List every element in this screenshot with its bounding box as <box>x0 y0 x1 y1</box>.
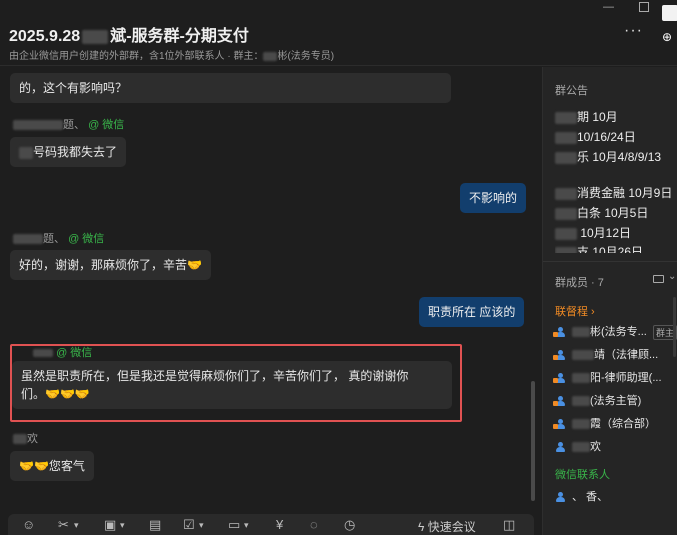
members-title[interactable]: 群成员 · 7 <box>555 274 604 290</box>
maximize-icon[interactable] <box>639 2 649 12</box>
notice-line: 乐 10月4/8/9/13 <box>555 148 661 165</box>
scissors-icon[interactable]: ✂ <box>58 518 69 532</box>
chevron-down-icon[interactable]: ▾ <box>199 518 204 532</box>
group-subtitle: 由企业微信用户创建的外部群，含1位外部联系人 · 群主： 彬(法务专员) <box>9 51 335 62</box>
message-bubble[interactable]: 🤝🤝您客气 <box>10 451 94 481</box>
document-icon[interactable]: ▤ <box>149 518 161 532</box>
user-icon <box>553 349 566 361</box>
chevron-down-icon[interactable]: ⌄ <box>668 271 676 282</box>
redacted-name <box>572 419 590 430</box>
message-sender: 题、 @ 微信 <box>13 230 104 246</box>
member-item[interactable]: 霞（综合部） <box>553 415 656 433</box>
more-menu-icon[interactable]: ··· <box>624 22 643 40</box>
user-icon <box>553 395 566 407</box>
redacted-text <box>555 151 577 164</box>
redacted-text <box>555 131 577 144</box>
chat-scrollbar[interactable] <box>531 381 535 501</box>
redacted-sender <box>13 234 43 245</box>
yuan-icon[interactable]: ¥ <box>276 518 283 532</box>
redacted-text <box>555 207 577 220</box>
notice-line: 10月12日 <box>555 224 631 241</box>
user-icon <box>555 491 566 503</box>
group-info-panel: 群公告 期 10月 10/16/24日 乐 10月4/8/9/13 消费金融 1… <box>542 67 677 535</box>
notice-line: 期 10月 <box>555 108 618 125</box>
clock-icon[interactable]: ◷ <box>344 518 355 532</box>
chevron-down-icon[interactable]: ▾ <box>74 518 79 532</box>
chevron-down-icon[interactable]: ▾ <box>244 518 249 532</box>
calendar-check-icon[interactable]: ☑ <box>183 518 195 532</box>
member-item[interactable]: 彬(法务专... <box>553 323 647 341</box>
message-bubble[interactable]: 号码我都失去了 <box>10 137 127 167</box>
member-item[interactable]: 阳-律师助理(... <box>553 369 662 387</box>
image-icon[interactable]: ▣ <box>104 518 116 532</box>
wechat-contact-item[interactable]: 、 香、 <box>555 488 608 506</box>
notice-title[interactable]: 群公告 <box>555 82 588 98</box>
wechat-contacts-title: 微信联系人 <box>555 469 610 481</box>
emoji-icon[interactable]: ☺ <box>22 518 35 532</box>
message-sender: 题、 @ 微信 <box>13 116 124 132</box>
user-icon <box>555 441 566 453</box>
redacted-owner <box>263 51 278 61</box>
message-bubble-outgoing[interactable]: 职责所在 应该的 <box>419 297 525 327</box>
panel-scrollbar[interactable] <box>673 297 676 357</box>
redacted-sender <box>13 120 63 131</box>
message-bubble[interactable]: 好的，谢谢，那麻烦你了，辛苦🤝 <box>10 250 211 280</box>
lightning-icon: ϟ <box>418 520 428 534</box>
redacted-sender <box>13 434 27 445</box>
highlight-box <box>10 344 462 422</box>
redacted-text <box>555 246 577 253</box>
user-icon <box>553 418 566 430</box>
redacted-text <box>555 111 577 124</box>
notice-line: 白条 10月5日 <box>555 204 648 221</box>
minimize-icon[interactable]: — <box>603 2 614 13</box>
liaison-label[interactable]: 联督程 › <box>555 303 595 319</box>
chat-header: 2025.9.28 斌-服务群-分期支付 由企业微信用户创建的外部群，含1位外部联… <box>0 0 677 66</box>
redacted-name <box>572 442 590 453</box>
message-list[interactable]: 的，这个有影响吗？ 题、 @ 微信 号码我都失去了 不影响的 题、 @ 微信 好… <box>0 67 540 507</box>
redacted-name <box>572 350 594 361</box>
message-bubble[interactable]: 的，这个有影响吗？ <box>10 73 451 103</box>
redacted-name <box>572 327 590 338</box>
panel-divider <box>543 261 677 262</box>
notice-line: 支 10月26日 <box>555 243 643 253</box>
mail-icon[interactable] <box>653 275 664 283</box>
redacted-name <box>572 373 590 384</box>
redacted-text <box>555 187 577 200</box>
sidebar-toggle-icon[interactable]: ◫ <box>503 518 515 532</box>
redacted-text <box>555 227 577 240</box>
input-toolbar: ☺ ✂ ▾ ▣ ▾ ▤ ☑ ▾ ▭ ▾ ¥ ◌ ◷ ϟ 快速会议 ◫ <box>8 514 534 535</box>
member-item[interactable]: (法务主管) <box>553 392 641 410</box>
wechat-tag: @ 微信 <box>88 119 125 131</box>
user-icon <box>553 326 566 338</box>
folder-icon[interactable]: ▭ <box>228 518 240 532</box>
chat-bubble-icon[interactable]: ◌ <box>310 518 318 532</box>
quick-meeting-button[interactable]: ϟ 快速会议 <box>418 518 476 535</box>
notice-line: 消费金融 10月9日 <box>555 184 672 201</box>
redacted-text <box>19 146 33 159</box>
redacted-name <box>82 29 109 44</box>
wechat-tag: @ 微信 <box>68 233 105 245</box>
chevron-down-icon[interactable]: ▾ <box>120 518 125 532</box>
window-control-icon[interactable] <box>662 5 677 21</box>
notice-line: 10/16/24日 <box>555 128 636 145</box>
member-item[interactable]: 欢 <box>555 438 601 456</box>
user-icon <box>553 372 566 384</box>
message-bubble-outgoing[interactable]: 不影响的 <box>460 183 527 213</box>
member-item[interactable]: 靖（法律顾... <box>553 346 658 364</box>
message-sender: 欢 <box>13 430 38 446</box>
redacted-name <box>572 396 590 407</box>
group-title[interactable]: 2025.9.28 斌-服务群-分期支付 <box>9 22 249 46</box>
add-member-icon[interactable]: ⊕ <box>662 30 677 44</box>
